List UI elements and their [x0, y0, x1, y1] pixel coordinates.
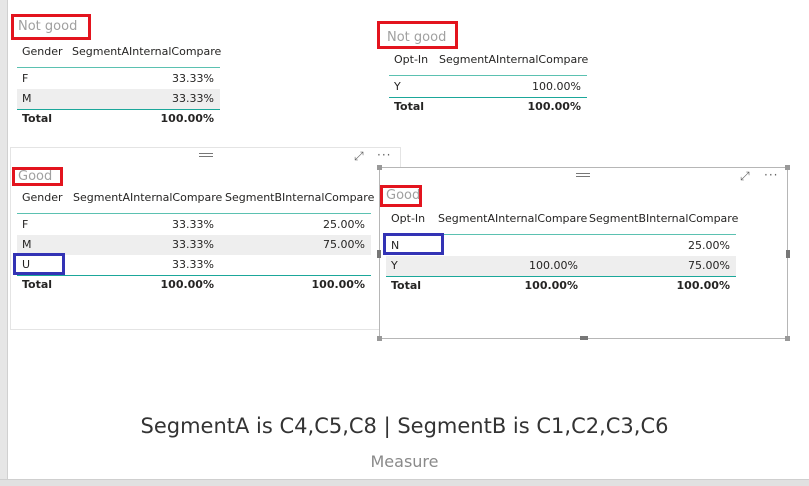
more-options-icon[interactable]: ···	[377, 149, 391, 161]
total-label: Total	[394, 100, 425, 113]
table-row: Y 100.00% 75.00%	[386, 256, 736, 276]
row-value: 33.33%	[172, 72, 214, 85]
row-value-b: 75.00%	[688, 259, 730, 272]
focus-mode-icon[interactable]: ⤢	[740, 170, 750, 182]
row-value-a: 33.33%	[172, 218, 214, 231]
row-value-a: 33.33%	[172, 258, 214, 271]
total-value-a: 100.00%	[160, 278, 214, 291]
not-good-label-1: Not good	[11, 14, 91, 40]
row-label: M	[22, 238, 32, 251]
row-label: F	[22, 72, 29, 85]
resize-handle[interactable]	[786, 250, 790, 258]
col-header-segment-a[interactable]: SegmentAInternalCompare	[73, 188, 222, 208]
row-label: M	[22, 92, 32, 105]
total-value: 100.00%	[160, 112, 214, 125]
drag-grip-icon[interactable]	[576, 173, 590, 177]
good-label-1: Good	[12, 167, 63, 186]
table-total-row: Total 100.00% 100.00%	[17, 275, 371, 295]
row-label: F	[22, 218, 29, 231]
row-value: 33.33%	[172, 92, 214, 105]
header-rule	[389, 75, 587, 76]
table-header-row: Opt-In SegmentAInternalCompare	[389, 50, 589, 70]
row-value-b: 25.00%	[688, 239, 730, 252]
not-good-label-2: Not good	[377, 21, 458, 49]
row-value: 100.00%	[532, 80, 581, 93]
row-value-b: 25.00%	[323, 218, 365, 231]
canvas-bottom-rail	[0, 479, 809, 486]
col-header-segment-b[interactable]: SegmentBInternalCompare	[589, 209, 738, 229]
header-rule	[17, 213, 371, 214]
col-header-opt-in[interactable]: Opt-In	[391, 209, 425, 229]
total-value-a: 100.00%	[524, 279, 578, 292]
total-value-b: 100.00%	[676, 279, 730, 292]
resize-handle[interactable]	[377, 165, 382, 170]
card-value-text: SegmentA is C4,C5,C8 | SegmentB is C1,C2…	[140, 414, 669, 438]
table-header-row: Gender SegmentAInternalCompare	[17, 42, 222, 62]
col-header-segment-b[interactable]: SegmentBInternalCompare	[225, 188, 374, 208]
table-row: Y 100.00%	[389, 77, 587, 97]
total-label: Total	[22, 278, 53, 291]
total-label: Total	[391, 279, 422, 292]
table-header-row: Opt-In SegmentAInternalCompare SegmentBI…	[386, 209, 738, 229]
table-gender-not-good[interactable]: Gender SegmentAInternalCompare F 33.33% …	[17, 42, 222, 132]
more-options-icon[interactable]: ···	[764, 169, 778, 181]
focus-mode-icon[interactable]: ⤢	[354, 150, 364, 162]
table-row: M 33.33% 75.00%	[17, 235, 371, 255]
table-gender-good[interactable]: Gender SegmentAInternalCompare SegmentBI…	[17, 188, 374, 298]
total-value: 100.00%	[527, 100, 581, 113]
table-total-row: Total 100.00%	[389, 97, 587, 117]
col-header-segment-a[interactable]: SegmentAInternalCompare	[438, 209, 587, 229]
table-total-row: Total 100.00%	[17, 109, 220, 129]
row-label: Y	[394, 80, 401, 93]
resize-handle[interactable]	[377, 336, 382, 341]
table-row: M 33.33%	[17, 89, 220, 109]
col-header-opt-in[interactable]: Opt-In	[394, 50, 428, 70]
resize-handle[interactable]	[580, 336, 588, 340]
row-value-a: 33.33%	[172, 238, 214, 251]
good-label-2: Good	[380, 185, 422, 207]
col-header-segment-a[interactable]: SegmentAInternalCompare	[439, 50, 588, 70]
table-row: F 33.33% 25.00%	[17, 215, 371, 235]
blue-highlight-u	[13, 253, 65, 275]
table-row: U 33.33%	[17, 255, 371, 275]
total-value-b: 100.00%	[311, 278, 365, 291]
table-optin-not-good[interactable]: Opt-In SegmentAInternalCompare Y 100.00%…	[389, 50, 589, 120]
col-header-segment-a[interactable]: SegmentAInternalCompare	[72, 42, 221, 62]
row-label: Y	[391, 259, 398, 272]
table-row: F 33.33%	[17, 69, 220, 89]
card-category-label: Measure	[370, 452, 439, 471]
total-label: Total	[22, 112, 53, 125]
row-value-b: 75.00%	[323, 238, 365, 251]
resize-handle[interactable]	[377, 250, 381, 258]
col-header-gender[interactable]: Gender	[22, 42, 63, 62]
resize-handle[interactable]	[785, 336, 790, 341]
col-header-gender[interactable]: Gender	[22, 188, 63, 208]
header-rule	[17, 67, 220, 68]
row-value-a: 100.00%	[529, 259, 578, 272]
table-header-row: Gender SegmentAInternalCompare SegmentBI…	[17, 188, 374, 208]
blue-highlight-n	[383, 233, 444, 255]
drag-grip-icon[interactable]	[199, 153, 213, 157]
table-total-row: Total 100.00% 100.00%	[386, 276, 736, 296]
resize-handle[interactable]	[785, 165, 790, 170]
